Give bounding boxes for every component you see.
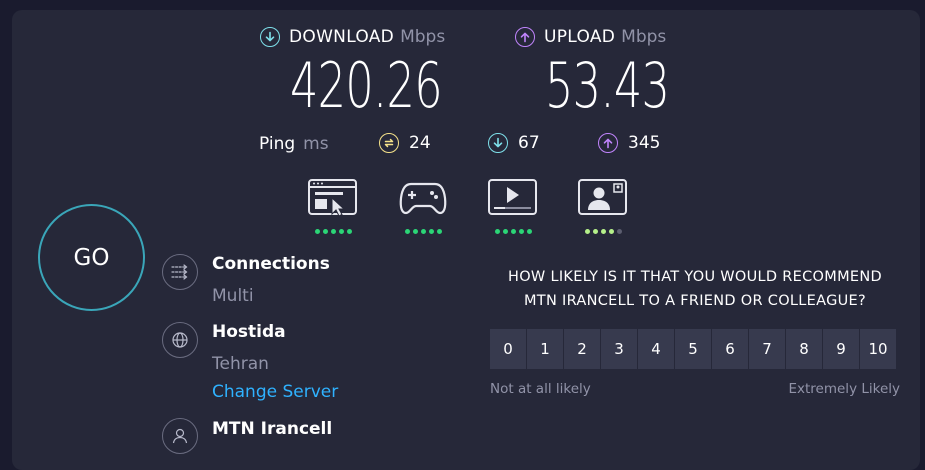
download-header: DOWNLOAD Mbps	[260, 27, 445, 47]
ping-idle: 24	[379, 133, 431, 153]
ping-unit: ms	[303, 134, 329, 154]
rating-dot	[428, 229, 434, 234]
server-location: Tehran	[212, 354, 269, 374]
rating-dot	[412, 229, 418, 234]
ping-upload: 345	[598, 133, 660, 153]
quality-video-call[interactable]	[577, 178, 629, 234]
ping-upload-value: 345	[628, 133, 661, 153]
scale-option-7[interactable]: 7	[749, 329, 785, 369]
scale-high-label: Extremely Likely	[788, 381, 900, 397]
go-button[interactable]: GO	[38, 204, 145, 311]
ping-download-value: 67	[518, 133, 540, 153]
survey-question-line-2: MTN IRANCELL TO A FRIEND OR COLLEAGUE?	[523, 293, 866, 309]
recommend-scale: 0 1 2 3 4 5 6 7 8 9 10	[490, 329, 896, 369]
upload-arrow-icon	[515, 27, 535, 47]
rating-dot	[510, 229, 516, 234]
rating-dot	[502, 229, 508, 234]
quality-rating-dots	[307, 229, 359, 234]
survey-question: HOW LIKELY IS IT THAT YOU WOULD RECOMMEN…	[490, 265, 900, 313]
ping-label-group: Ping ms	[259, 134, 329, 154]
rating-dot	[330, 229, 336, 234]
scale-option-5[interactable]: 5	[675, 329, 711, 369]
rating-dot	[420, 229, 426, 234]
change-server-link[interactable]: Change Server	[212, 382, 338, 402]
rating-dot	[616, 229, 622, 234]
rating-dot	[584, 229, 590, 234]
video-call-icon	[578, 179, 627, 215]
rating-dot	[494, 229, 500, 234]
upload-speed-value: 53.43	[545, 49, 670, 122]
rating-dot	[338, 229, 344, 234]
rating-dot	[404, 229, 410, 234]
scale-option-6[interactable]: 6	[712, 329, 748, 369]
quality-rating-dots	[487, 229, 539, 234]
scale-option-0[interactable]: 0	[490, 329, 526, 369]
provider-name: MTN Irancell	[212, 419, 333, 439]
rating-dot	[600, 229, 606, 234]
download-speed-value: 420.26	[290, 49, 443, 122]
rating-dot	[526, 229, 532, 234]
rating-dot	[436, 229, 442, 234]
scale-low-label: Not at all likely	[490, 381, 591, 397]
rating-dot	[608, 229, 614, 234]
quality-gaming[interactable]	[397, 178, 449, 234]
ping-upload-icon	[598, 133, 618, 153]
quality-video-streaming[interactable]	[487, 178, 539, 234]
upload-label: UPLOAD	[544, 27, 616, 47]
go-label: GO	[73, 244, 110, 271]
rating-dot	[322, 229, 328, 234]
video-streaming-icon	[488, 179, 537, 215]
scale-option-2[interactable]: 2	[564, 329, 600, 369]
upload-header: UPLOAD Mbps	[515, 27, 666, 47]
scale-option-9[interactable]: 9	[823, 329, 859, 369]
download-unit: Mbps	[400, 27, 446, 47]
rating-dot	[518, 229, 524, 234]
web-browsing-icon	[308, 179, 357, 217]
ping-label: Ping	[259, 134, 296, 154]
download-arrow-icon	[260, 27, 280, 47]
server-name: Hostida	[212, 322, 286, 342]
ping-idle-value: 24	[409, 133, 431, 153]
ping-idle-icon	[379, 133, 399, 153]
upload-unit: Mbps	[621, 27, 667, 47]
quality-web-browsing[interactable]	[307, 178, 359, 234]
rating-dot	[346, 229, 352, 234]
connections-value: Multi	[212, 286, 254, 306]
rating-dot	[592, 229, 598, 234]
scale-option-10[interactable]: 10	[860, 329, 896, 369]
download-label: DOWNLOAD	[289, 27, 395, 47]
ping-download-icon	[488, 133, 508, 153]
rating-dot	[314, 229, 320, 234]
globe-icon	[162, 322, 198, 358]
ping-download: 67	[488, 133, 540, 153]
gaming-controller-icon	[399, 182, 447, 215]
connections-title: Connections	[212, 254, 330, 274]
survey-question-line-1: HOW LIKELY IS IT THAT YOU WOULD RECOMMEN…	[508, 269, 882, 285]
results-panel	[12, 10, 920, 470]
scale-option-8[interactable]: 8	[786, 329, 822, 369]
scale-option-4[interactable]: 4	[638, 329, 674, 369]
scale-option-1[interactable]: 1	[527, 329, 563, 369]
scale-option-3[interactable]: 3	[601, 329, 637, 369]
user-icon	[162, 418, 198, 454]
quality-rating-dots	[397, 229, 449, 234]
connections-icon	[162, 254, 198, 290]
quality-rating-dots	[577, 229, 629, 234]
